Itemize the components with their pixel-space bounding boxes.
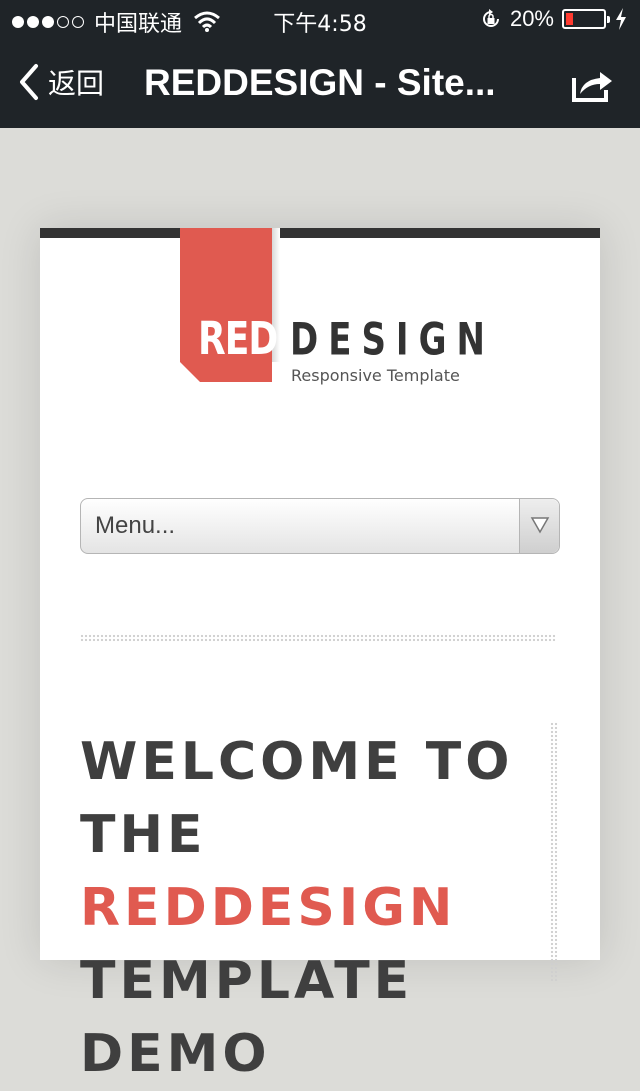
page-title: REDDESIGN - Site...	[144, 62, 496, 103]
logo-red-text: RED	[198, 314, 278, 366]
status-bar: 中国联通 下午4:58 20%	[0, 0, 640, 40]
chevron-left-icon	[20, 64, 38, 100]
share-icon[interactable]	[570, 64, 614, 104]
charging-bolt-icon	[616, 8, 626, 30]
menu-select[interactable]: Menu...	[80, 498, 560, 554]
back-label: 返回	[48, 67, 105, 100]
battery-percent: 20%	[509, 6, 554, 31]
battery-level	[566, 13, 573, 25]
triangle-down-icon	[530, 517, 550, 534]
welcome-line-3: TEMPLATE	[80, 951, 414, 1011]
page-card: RED DESIGN Responsive Template Menu... W…	[40, 228, 600, 1084]
logo-ribbon-cut	[180, 362, 200, 382]
logo-tagline: Responsive Template	[291, 366, 460, 385]
rotation-lock-icon	[482, 9, 499, 27]
welcome-line-1: WELCOME TO	[80, 732, 514, 792]
status-right: 20%	[480, 6, 628, 32]
menu-dropdown-button[interactable]	[519, 499, 559, 553]
welcome-line-4: DEMO	[80, 1024, 271, 1084]
welcome-brand-name: REDDESIGN	[80, 878, 457, 938]
welcome-line-2-prefix: THE	[80, 805, 207, 865]
back-button[interactable]: 返回	[16, 62, 104, 102]
dotted-divider	[80, 634, 556, 642]
menu-selected-value: Menu...	[95, 512, 176, 539]
logo-design-text: DESIGN	[290, 314, 495, 366]
nav-bar: 返回 REDDESIGN - Site...	[0, 40, 640, 128]
welcome-heading: WELCOME TO THE REDDESIGN TEMPLATE DEMO	[80, 726, 560, 1091]
battery-icon	[562, 9, 610, 29]
site-logo[interactable]: RED DESIGN Responsive Template	[180, 228, 485, 388]
